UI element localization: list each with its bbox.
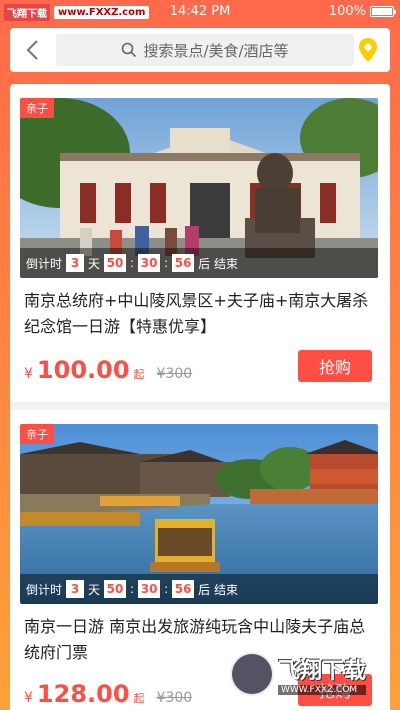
countdown-hours: 50	[104, 580, 127, 598]
countdown-day-unit: 天	[88, 582, 101, 597]
location-button[interactable]	[354, 36, 382, 64]
back-button[interactable]	[16, 34, 48, 66]
countdown-minutes: 30	[138, 580, 161, 598]
countdown-sep: :	[130, 582, 135, 596]
countdown-label: 倒计时	[26, 582, 63, 597]
price-currency: ¥	[24, 366, 33, 382]
countdown-sep: :	[164, 582, 169, 596]
card-divider	[10, 402, 390, 410]
status-bar: 飞翔下载 www.FXXZ.com 14:42 PM 100%	[0, 0, 400, 24]
countdown-bar: 倒计时 3 天 50 : 30 : 56 后 结束	[20, 248, 378, 278]
countdown-bar: 倒计时 3 天 50 : 30 : 56 后 结束	[20, 574, 378, 604]
chevron-left-icon	[26, 40, 38, 60]
price-row: ¥ 128.00 起 ¥300	[24, 680, 192, 708]
countdown-minutes: 30	[138, 254, 161, 272]
countdown-sep: :	[164, 256, 169, 270]
product-card[interactable]: 亲子 倒计时 3 天 50 : 30 : 56 后 结束 南京总统府+中山陵风景…	[10, 84, 390, 402]
product-list: 亲子 倒计时 3 天 50 : 30 : 56 后 结束 南京总统府+中山陵风景…	[10, 84, 390, 710]
brand-watermark-title: 飞翔下载	[278, 659, 367, 684]
category-tag: 亲子	[20, 424, 54, 444]
product-image[interactable]: 亲子 倒计时 3 天 50 : 30 : 56 后 结束	[20, 98, 378, 278]
countdown-day-unit: 天	[88, 256, 101, 271]
price-value: 100.00	[36, 356, 130, 384]
search-placeholder: 搜索景点/美食/酒店等	[143, 41, 289, 60]
countdown-suffix: 后 结束	[198, 582, 238, 597]
battery-icon	[370, 6, 396, 17]
brand-watermark: 飞翔下载 WWW.FXXZ.COM	[230, 648, 392, 700]
brand-logo-icon	[230, 652, 274, 696]
countdown-label: 倒计时	[26, 256, 63, 271]
countdown-hours: 50	[104, 254, 127, 272]
search-header: 搜索景点/美食/酒店等	[10, 28, 390, 72]
search-icon	[122, 42, 137, 58]
original-price: ¥300	[156, 690, 193, 706]
location-pin-icon	[359, 38, 377, 62]
original-price: ¥300	[156, 366, 193, 382]
battery-indicator: 100%	[328, 4, 396, 19]
price-value: 128.00	[36, 680, 130, 708]
countdown-seconds: 56	[172, 580, 195, 598]
price-suffix: 起	[133, 368, 145, 381]
countdown-days: 3	[66, 254, 85, 272]
brand-watermark-url: WWW.FXXZ.COM	[278, 685, 367, 695]
countdown-days: 3	[66, 580, 85, 598]
product-image[interactable]: 亲子 倒计时 3 天 50 : 30 : 56 后 结束	[20, 424, 378, 604]
price-suffix: 起	[133, 692, 145, 705]
battery-percent: 100%	[328, 4, 366, 19]
buy-button[interactable]: 抢购	[298, 350, 372, 382]
price-row: ¥ 100.00 起 ¥300	[24, 356, 192, 384]
product-title[interactable]: 南京总统府+中山陵风景区+夫子庙+南京大屠杀纪念馆一日游【特惠优享】	[24, 288, 376, 340]
countdown-seconds: 56	[172, 254, 195, 272]
countdown-suffix: 后 结束	[198, 256, 238, 271]
search-input[interactable]: 搜索景点/美食/酒店等	[56, 34, 354, 66]
price-currency: ¥	[24, 690, 33, 706]
countdown-sep: :	[130, 256, 135, 270]
category-tag: 亲子	[20, 98, 54, 118]
